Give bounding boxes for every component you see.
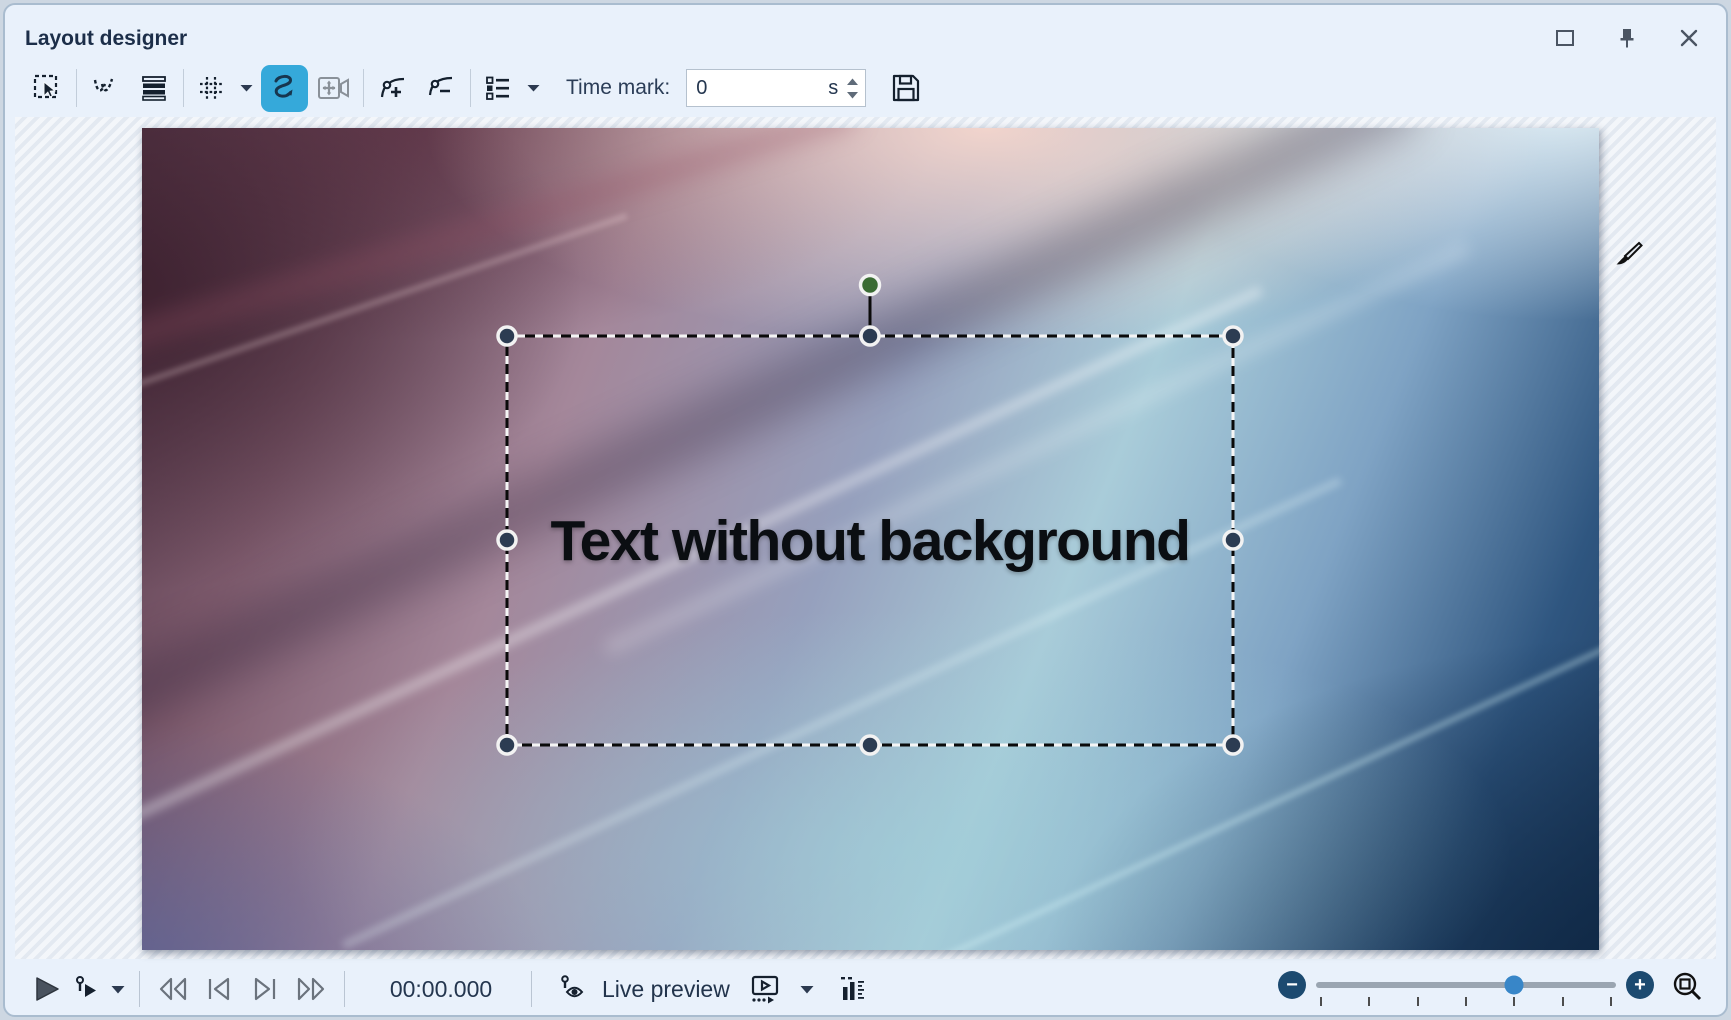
play-from-marker-icon — [74, 975, 102, 1003]
zoom-fit-button[interactable] — [1670, 969, 1706, 1005]
toolbar-divider — [363, 69, 364, 107]
dropdown-icon — [239, 83, 254, 93]
layout-designer-window: Layout designer — [0, 0, 1731, 1020]
maximize-button[interactable] — [1552, 25, 1578, 51]
toolbar: Time mark: s — [25, 63, 926, 113]
rewind-button[interactable] — [152, 969, 194, 1009]
skip-to-end-button[interactable] — [244, 969, 286, 1009]
remove-curve-point-button[interactable] — [419, 66, 463, 110]
select-tool-icon — [32, 73, 62, 103]
pin-button[interactable] — [1614, 25, 1640, 51]
zoom-slider — [1316, 969, 1616, 1009]
element-list-dropdown[interactable] — [522, 66, 544, 110]
zoom-slider-tick — [1610, 997, 1612, 1006]
selected-text-element[interactable]: Text without background — [507, 336, 1233, 745]
camera-pan-icon — [317, 74, 351, 102]
spinner-down-icon[interactable] — [846, 91, 859, 99]
toolbar-divider — [76, 69, 77, 107]
rotation-handle[interactable] — [861, 276, 880, 295]
transport-divider — [344, 971, 345, 1007]
curve-select-icon — [91, 73, 121, 103]
maximize-icon — [1554, 27, 1576, 49]
zoom-out-icon: − — [1286, 975, 1298, 995]
grid-snap-dropdown[interactable] — [235, 66, 257, 110]
toolbar-divider — [470, 69, 471, 107]
time-mark-unit: s — [828, 77, 838, 100]
dropdown-icon — [799, 984, 815, 995]
save-icon — [890, 72, 922, 104]
time-mark-spinner — [846, 78, 865, 99]
add-point-icon — [378, 73, 408, 103]
dropdown-icon — [526, 83, 541, 93]
skip-to-start-button[interactable] — [198, 969, 240, 1009]
layers-icon — [140, 74, 168, 102]
play-mode-dropdown[interactable] — [109, 967, 127, 1011]
zoom-slider-tick — [1513, 997, 1515, 1006]
zoom-slider-thumb[interactable] — [1505, 976, 1524, 995]
dropdown-icon — [110, 984, 126, 995]
add-curve-point-button[interactable] — [371, 66, 415, 110]
time-mark-spinbox: s — [686, 69, 866, 107]
draw-motion-curve-button[interactable] — [261, 65, 308, 112]
zoom-slider-tick — [1320, 997, 1322, 1006]
transport-divider — [139, 971, 140, 1007]
zoom-control: − + — [1278, 969, 1706, 1009]
pin-icon — [1615, 26, 1639, 50]
toolbar-divider — [183, 69, 184, 107]
layer-order-button[interactable] — [132, 66, 176, 110]
window-controls — [1552, 25, 1702, 51]
spinner-up-icon[interactable] — [846, 78, 859, 86]
live-preview-eye-icon — [558, 974, 588, 1004]
s-curve-icon — [269, 72, 301, 104]
grid-snap-button[interactable] — [191, 66, 231, 110]
zoom-in-button[interactable]: + — [1626, 971, 1654, 999]
title-bar: Layout designer — [5, 5, 1726, 61]
preview-options-dropdown[interactable] — [798, 967, 816, 1011]
play-button[interactable] — [25, 969, 67, 1009]
canvas-workspace[interactable]: Text without background — [15, 117, 1716, 959]
zoom-slider-tick — [1368, 997, 1370, 1006]
list-icon — [484, 74, 512, 102]
play-from-marker-button[interactable] — [71, 969, 105, 1009]
skip-end-icon — [251, 976, 279, 1002]
render-stats-icon — [839, 974, 867, 1004]
time-mark-label: Time mark: — [566, 76, 670, 100]
rewind-icon — [157, 976, 189, 1002]
transport-bar: 00:00.000 Live preview — [25, 963, 1706, 1015]
camera-pan-button[interactable] — [312, 66, 356, 110]
skip-start-icon — [205, 976, 233, 1002]
element-list-button[interactable] — [478, 66, 518, 110]
select-curve-points-button[interactable] — [84, 66, 128, 110]
grid-icon — [197, 74, 225, 102]
zoom-out-button[interactable]: − — [1278, 971, 1306, 999]
layout-preview-image[interactable]: Text without background — [142, 128, 1599, 950]
fast-forward-button[interactable] — [290, 969, 332, 1009]
transport-divider — [531, 971, 532, 1007]
time-display: 00:00.000 — [375, 976, 507, 1003]
preview-in-window-button[interactable] — [748, 969, 782, 1009]
close-button[interactable] — [1676, 25, 1702, 51]
zoom-slider-ticks — [1320, 997, 1612, 1006]
fast-forward-icon — [295, 976, 327, 1002]
zoom-slider-tick — [1465, 997, 1467, 1006]
zoom-slider-tick — [1417, 997, 1419, 1006]
zoom-slider-track[interactable] — [1316, 982, 1616, 988]
time-mark-input[interactable] — [687, 77, 828, 100]
zoom-in-icon: + — [1634, 975, 1646, 995]
zoom-fit-icon — [1671, 970, 1705, 1004]
brush-icon[interactable] — [1613, 241, 1643, 271]
close-icon — [1678, 27, 1700, 49]
save-layout-button[interactable] — [886, 66, 926, 110]
window-title: Layout designer — [25, 27, 187, 51]
zoom-slider-tick — [1562, 997, 1564, 1006]
play-icon — [31, 974, 61, 1004]
live-preview-button[interactable] — [556, 969, 590, 1009]
live-preview-label: Live preview — [602, 976, 730, 1003]
preview-window-icon — [749, 974, 781, 1004]
render-stats-button[interactable] — [836, 969, 870, 1009]
window-frame: Layout designer — [3, 3, 1728, 1017]
select-tool-button[interactable] — [25, 66, 69, 110]
remove-point-icon — [426, 73, 456, 103]
